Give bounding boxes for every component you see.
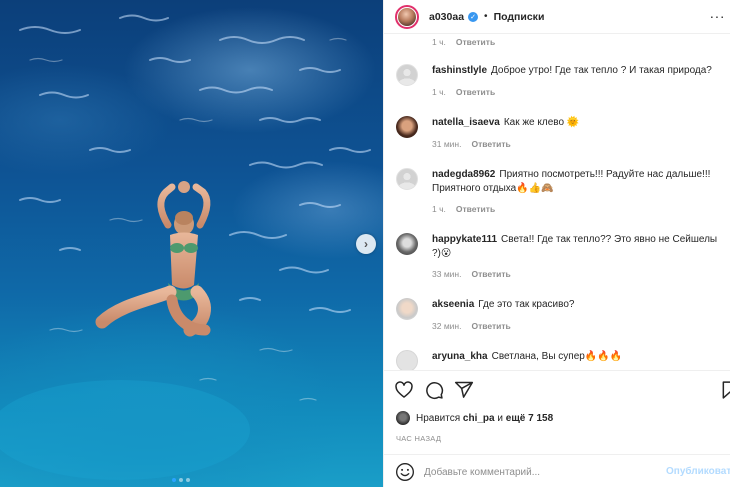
comment-text: Как же клево 🌞 bbox=[503, 117, 580, 128]
separator-dot: • bbox=[484, 11, 488, 22]
carousel-dot bbox=[186, 478, 190, 482]
post-side-panel: a030aa ✓ • Подписки ··· 1 ч. Ответить fas… bbox=[383, 0, 730, 487]
commenter-username[interactable]: nadegda8962 bbox=[432, 169, 495, 180]
post-photo[interactable]: › bbox=[0, 0, 383, 487]
reply-button[interactable]: Ответить bbox=[471, 269, 510, 279]
carousel-dot bbox=[179, 478, 183, 482]
commenter-avatar[interactable] bbox=[396, 350, 418, 370]
likes-prefix: Нравится bbox=[416, 412, 461, 424]
commenter-username[interactable]: fashinstlyle bbox=[432, 65, 487, 76]
verified-icon: ✓ bbox=[468, 11, 479, 22]
commenter-username[interactable]: happykate111 bbox=[432, 234, 497, 245]
liker-avatar[interactable] bbox=[396, 411, 410, 425]
reply-button[interactable]: Ответить bbox=[456, 37, 495, 47]
more-icon[interactable]: ··· bbox=[710, 8, 726, 24]
reply-button[interactable]: Ответить bbox=[456, 204, 495, 214]
author-username[interactable]: a030aa bbox=[429, 11, 464, 23]
commenter-avatar[interactable] bbox=[396, 64, 418, 86]
bookmark-icon[interactable] bbox=[720, 380, 730, 400]
commenter-avatar[interactable] bbox=[396, 168, 418, 190]
following-button[interactable]: Подписки bbox=[494, 11, 545, 23]
chevron-right-icon[interactable]: › bbox=[356, 234, 376, 254]
post-time: ЧАС НАЗАД bbox=[396, 434, 442, 443]
post-actions-bar bbox=[384, 370, 730, 410]
commenter-username[interactable]: natella_isaeva bbox=[432, 117, 500, 128]
add-comment-bar: Опубликовать bbox=[384, 454, 730, 487]
carousel-dots bbox=[172, 478, 190, 482]
comment-text: Светлана, Вы супер🔥🔥🔥 bbox=[491, 351, 623, 362]
heart-icon[interactable] bbox=[394, 380, 414, 400]
reply-button[interactable]: Ответить bbox=[456, 87, 495, 97]
comment-time: 1 ч. bbox=[432, 86, 446, 97]
author-avatar[interactable] bbox=[395, 4, 419, 29]
liker-username[interactable]: chi_pa bbox=[463, 413, 495, 424]
comment-input[interactable] bbox=[424, 463, 644, 481]
comment-time: 33 мин. bbox=[432, 269, 462, 279]
comment-time: 32 мин. bbox=[432, 320, 462, 331]
reply-button[interactable]: Ответить bbox=[471, 139, 510, 149]
share-icon[interactable] bbox=[454, 380, 474, 400]
comment-icon[interactable] bbox=[424, 380, 444, 400]
comment-text: Доброе утро! Где так тепло ? И такая при… bbox=[491, 65, 712, 76]
comments-list[interactable]: 1 ч. Ответить fashinstlyle Доброе утро! Гд… bbox=[384, 35, 730, 370]
instagram-post-modal: › a030aa ✓ • Подписки ··· 1 ч. Ответить f… bbox=[0, 0, 730, 487]
smile-icon[interactable] bbox=[395, 462, 415, 482]
publish-button[interactable]: Опубликовать bbox=[666, 466, 730, 477]
likes-count[interactable]: ещё 7 158 bbox=[506, 413, 553, 424]
carousel-dot-active bbox=[172, 478, 176, 482]
comment-text: Где это так красиво? bbox=[478, 299, 575, 310]
commenter-avatar[interactable] bbox=[396, 116, 418, 138]
partial-comment-meta: 1 ч. Ответить bbox=[432, 37, 495, 47]
commenter-username[interactable]: akseenia bbox=[432, 299, 474, 310]
commenter-avatar[interactable] bbox=[396, 298, 418, 320]
water-and-swimmer-illustration bbox=[0, 14, 371, 480]
likes-and: и bbox=[497, 412, 503, 424]
comment-time: 1 ч. bbox=[432, 204, 446, 214]
likes-summary: Нравится chi_pa и ещё 7 158 bbox=[396, 411, 553, 425]
reply-button[interactable]: Ответить bbox=[471, 321, 510, 331]
post-header: a030aa ✓ • Подписки ··· bbox=[384, 0, 730, 34]
commenter-username[interactable]: aryuna_kha bbox=[432, 351, 488, 362]
commenter-avatar[interactable] bbox=[396, 233, 418, 255]
comment-time: 1 ч. bbox=[432, 37, 446, 47]
comment-time: 31 мин. bbox=[432, 138, 462, 149]
